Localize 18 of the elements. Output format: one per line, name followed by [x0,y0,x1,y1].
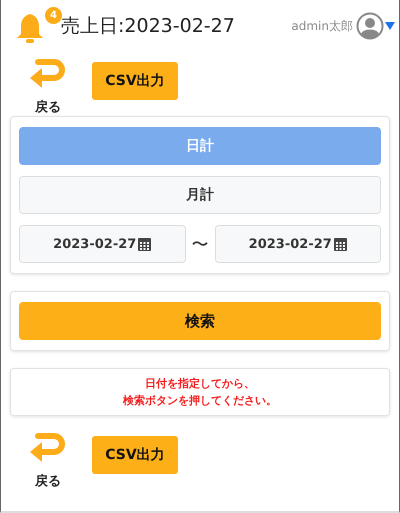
caret-icon[interactable] [385,22,395,30]
range-separator: 〜 [192,234,208,256]
date-picker[interactable]: 2023-02-27 [19,225,186,263]
instruction-message: 日付を指定してから、 検索ボタンを押してください。 [123,376,277,410]
calendar-icon [138,237,152,251]
calendar-icon [334,237,347,251]
search-button[interactable]: 検索 [19,302,381,340]
page-title: 売上日:2023-02-27 [61,14,236,39]
user-name: admin太郎 [291,18,353,34]
csv-export-button[interactable]: CSV出力 [92,62,178,100]
notification-badge: 4 [44,6,63,25]
date-picker[interactable]: 2023-02-27 [214,225,381,263]
csv-export-button[interactable]: CSV出力 [92,436,178,474]
bell-icon[interactable] [15,12,45,44]
period-tab[interactable]: 月計 [19,176,381,214]
back-button[interactable]: 戻る [27,58,69,116]
back-button[interactable]: 戻る [27,432,69,490]
avatar-icon[interactable] [356,12,384,40]
